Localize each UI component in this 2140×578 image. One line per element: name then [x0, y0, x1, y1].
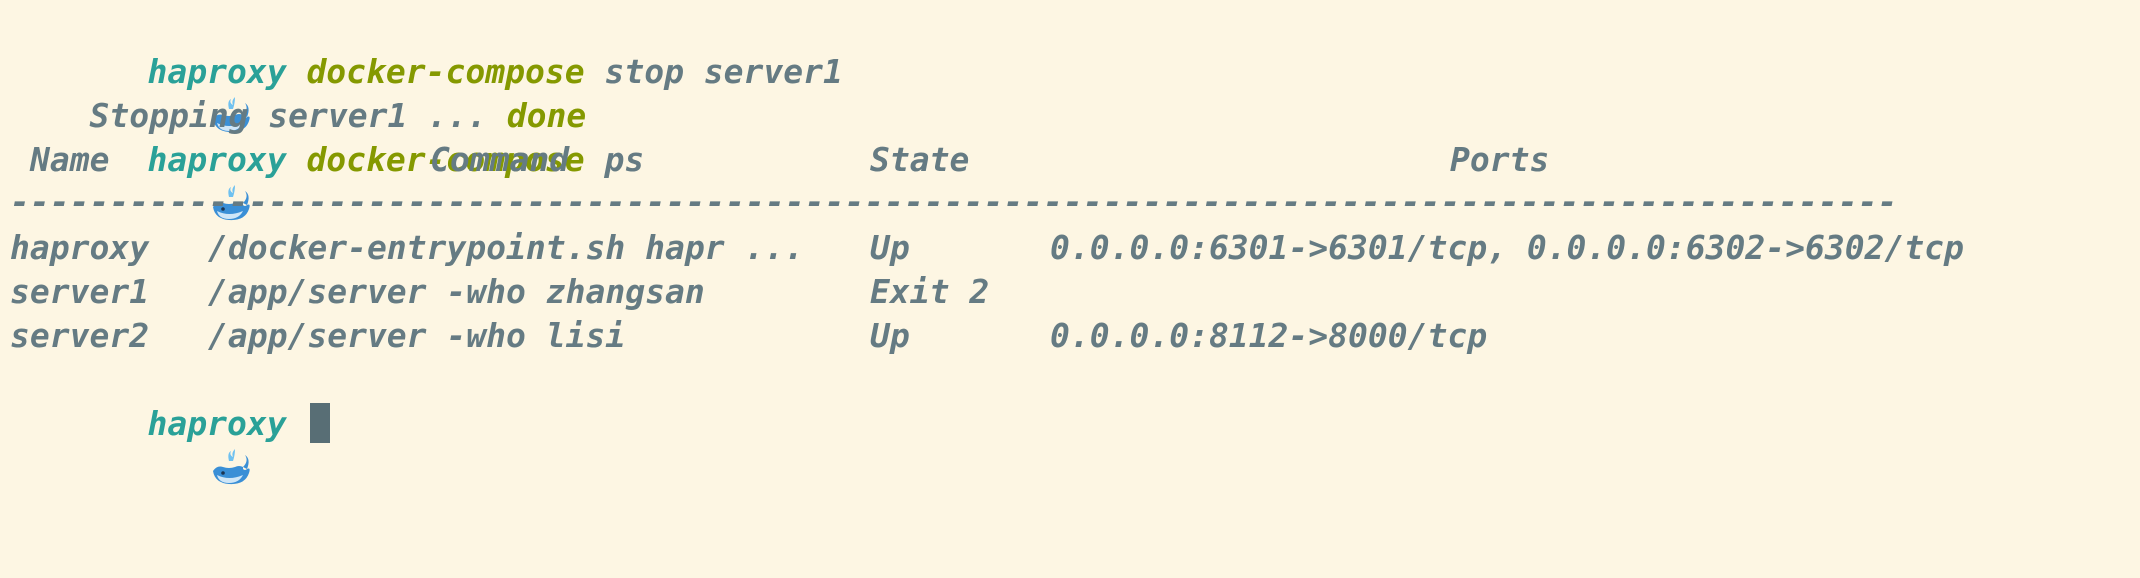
prompt-line-1: haproxy docker-compose stop server1 [10, 6, 843, 132]
cell-state: Up [870, 228, 910, 267]
prompt-cwd: haproxy [147, 404, 287, 443]
cell-name: server2 [10, 316, 150, 355]
prompt-line-2: haproxy docker-compose ps [10, 94, 644, 220]
stop-output-line: Stopping server1 ... done [10, 50, 586, 135]
cell-command: /app/server -who lisi [208, 316, 626, 355]
header-command: Command [430, 140, 570, 179]
whale-icon [89, 401, 250, 484]
ps-table-separator: ----------------------------------------… [10, 182, 1898, 221]
table-row: server2 /app/server -who lisi Up 0.0.0.0… [10, 314, 2110, 358]
cell-ports: 0.0.0.0:6301->6301/tcp, 0.0.0.0:6302->63… [1050, 228, 1964, 267]
cell-name: server1 [10, 272, 150, 311]
ps-table-header: Name Command State Ports [10, 138, 2110, 182]
cell-state: Up [870, 316, 910, 355]
command-args: stop server1 [604, 52, 843, 91]
header-state: State [870, 140, 970, 179]
cell-name: haproxy [10, 228, 150, 267]
cell-state: Exit 2 [870, 272, 990, 311]
header-name: Name [30, 140, 110, 179]
cell-command: /docker-entrypoint.sh hapr ... [208, 228, 805, 267]
block-cursor [310, 402, 331, 443]
table-row: server1 /app/server -who zhangsan Exit 2 [10, 270, 2110, 314]
table-row: haproxy /docker-entrypoint.sh hapr ... U… [10, 226, 2110, 270]
cell-ports: 0.0.0.0:8112->8000/tcp [1050, 316, 1488, 355]
terminal-window[interactable]: haproxy docker-compose stop server1 Stop… [0, 0, 2140, 484]
header-ports: Ports [1450, 140, 1550, 179]
prompt-line-current[interactable]: haproxy [10, 358, 331, 484]
cell-command: /app/server -who zhangsan [208, 272, 705, 311]
